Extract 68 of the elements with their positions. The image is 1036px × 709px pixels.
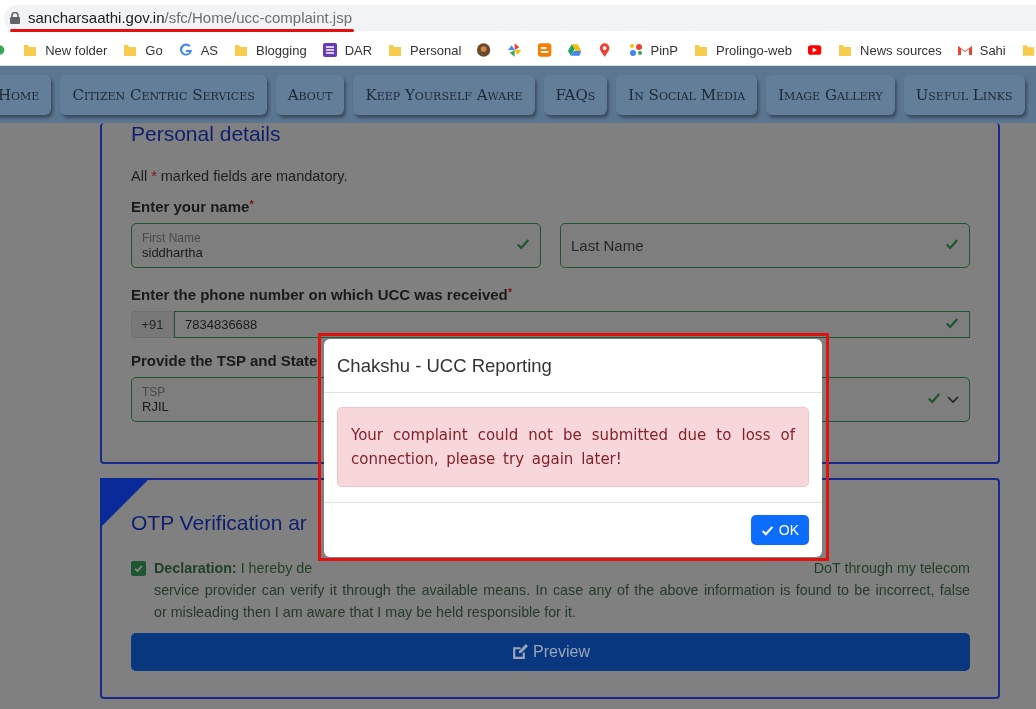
folder-icon: [1020, 42, 1036, 58]
bookmark[interactable]: News sources: [837, 42, 942, 58]
bookmark[interactable]: AS: [177, 42, 219, 58]
note-text: marked fields are mandatory.: [160, 168, 348, 184]
bookmark[interactable]: Personal: [387, 42, 462, 58]
bookmark[interactable]: DAR: [321, 42, 373, 58]
check-icon: [945, 236, 959, 251]
required-mark: *: [151, 168, 157, 184]
folder-icon: [233, 42, 250, 58]
video-icon: [806, 42, 823, 58]
section-title: Personal details: [131, 123, 281, 144]
dots-icon: [627, 42, 644, 58]
field-label: Enter your name: [131, 198, 250, 215]
checkbox[interactable]: [131, 561, 146, 576]
bookmark[interactable]: PinP: [627, 42, 678, 58]
avatar-icon: [476, 42, 492, 58]
ok-button[interactable]: OK: [750, 515, 809, 545]
field-value: RJIL: [142, 399, 169, 414]
declaration-text: or misleading then I am aware that I may be held responsible for it.: [154, 603, 577, 622]
check-icon: [945, 315, 959, 330]
nav-button[interactable]: In Social Media: [616, 74, 758, 115]
note-text: All: [131, 168, 148, 184]
check-icon: [927, 390, 941, 405]
folder-icon: [122, 42, 139, 58]
modal-title: Chakshu - UCC Reporting: [337, 354, 552, 377]
check-icon: [134, 564, 143, 573]
lock-icon: [10, 11, 20, 24]
google-icon: [177, 42, 194, 58]
pinwheel-icon: [506, 42, 522, 58]
nav-button[interactable]: FAQs: [543, 74, 608, 115]
required-mark: *: [249, 198, 254, 210]
nav-button[interactable]: About: [275, 74, 345, 115]
field-label: Provide the TSP and State: [131, 352, 318, 369]
bookmark[interactable]: New folder: [22, 42, 108, 58]
edit-icon: [511, 643, 529, 661]
folder-icon: [693, 42, 709, 58]
declaration-text: Declaration: I hereby de: [154, 559, 313, 578]
declaration-text: DoT through my telecom: [813, 559, 970, 578]
folder-icon: [837, 42, 854, 58]
declaration-text: service provider can verify it through the available means. In case any of the above information is found to be incorrect, false: [154, 581, 970, 600]
phone-field[interactable]: 7834836688: [174, 311, 970, 338]
url-text[interactable]: sancharsaathi.gov.in/sfc/Home/ucc-complaint.jsp: [28, 9, 353, 26]
bookmark[interactable]: Prolingo-web: [693, 42, 792, 58]
drive-icon: [567, 42, 583, 58]
nav-button[interactable]: Useful Links: [903, 74, 1025, 115]
nav-button[interactable]: Citizen Centric Services: [60, 74, 267, 115]
field-value: siddhartha: [142, 245, 203, 260]
list-icon: [321, 42, 338, 58]
folder-icon: [387, 42, 404, 58]
bookmark[interactable]: Go: [122, 42, 163, 58]
error-alert: Your complaint could not be submitted due to loss of connection, please try again later!: [337, 407, 809, 487]
field-value: 7834836688: [185, 317, 258, 332]
placeholder-text: Last Name: [571, 237, 644, 254]
country-code: +91: [131, 311, 174, 338]
preview-button[interactable]: Preview: [131, 633, 970, 671]
last-name-field[interactable]: Last Name: [560, 223, 970, 268]
blogger-icon: [536, 42, 553, 58]
chevron-down-icon: [947, 395, 959, 404]
field-label: Enter the phone number on which UCC was received: [131, 286, 508, 303]
required-mark: *: [507, 286, 513, 298]
folder-icon: [22, 42, 39, 58]
check-icon: [760, 523, 774, 537]
check-icon: [516, 236, 530, 251]
nav-button[interactable]: Keep Yourself Aware: [353, 74, 535, 115]
nav-button[interactable]: Image Gallery: [766, 74, 895, 115]
section-title: OTP Verification ar: [131, 512, 307, 533]
bookmark[interactable]: Sahi: [956, 42, 1006, 58]
bookmark[interactable]: Blogging: [233, 42, 307, 58]
